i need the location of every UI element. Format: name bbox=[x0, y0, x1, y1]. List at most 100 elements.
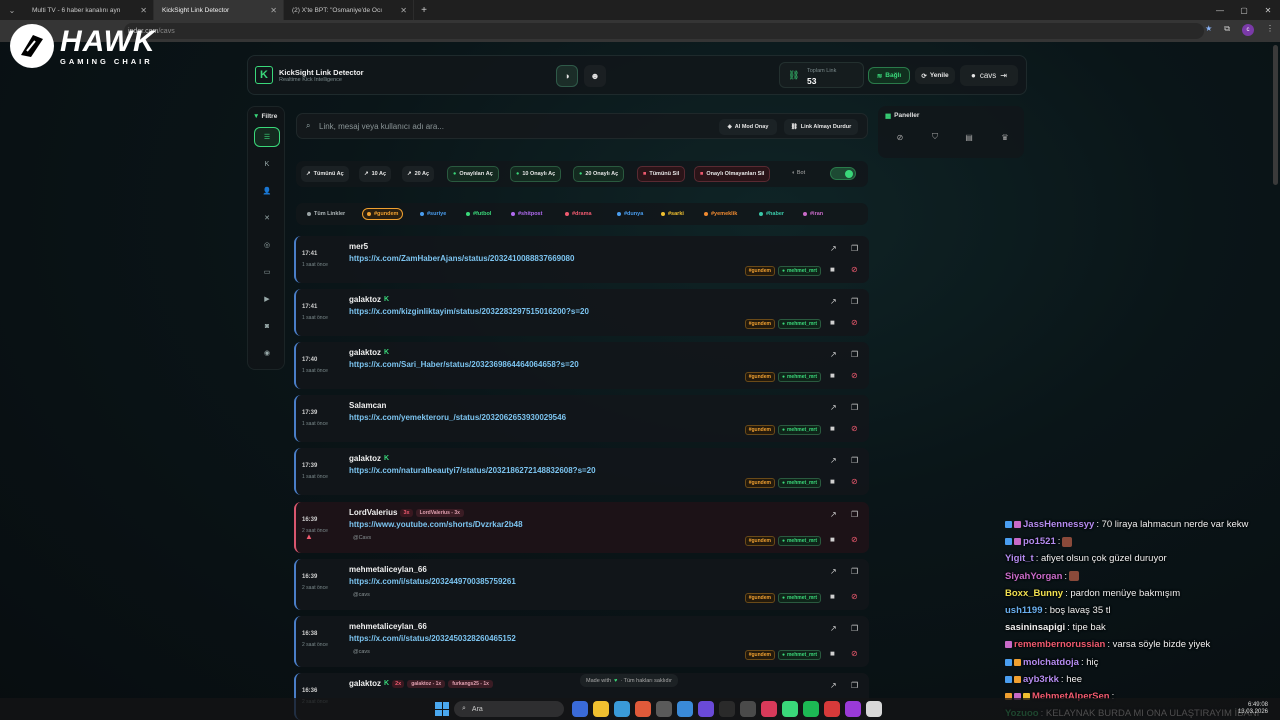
chat-username[interactable]: molchatdoja bbox=[1023, 657, 1079, 668]
copy-icon[interactable]: ❐ bbox=[851, 624, 858, 633]
link-card[interactable]: 17:39 1 saat önce galaktoz Khttps://x.com/n… bbox=[294, 448, 869, 495]
link-card[interactable]: 17:39 1 saat önce Salamcan https://x.com/ye… bbox=[294, 395, 869, 442]
open-link-icon[interactable]: ↗ bbox=[830, 350, 837, 359]
tab-list-button[interactable]: ⌄ bbox=[0, 0, 24, 20]
search-input[interactable] bbox=[319, 120, 699, 133]
app-icon[interactable] bbox=[824, 701, 840, 717]
app-icon[interactable] bbox=[845, 701, 861, 717]
ban-icon[interactable]: ⊘ bbox=[851, 265, 858, 274]
link-tag-chip[interactable]: #gundem bbox=[744, 650, 775, 660]
open-link-icon[interactable]: ↗ bbox=[830, 244, 837, 253]
folder-icon[interactable] bbox=[593, 701, 609, 717]
chat-username[interactable]: sasininsapigi bbox=[1005, 622, 1065, 633]
ban-icon[interactable]: ⊘ bbox=[851, 535, 858, 544]
bookmark-star-icon[interactable]: ★ bbox=[1205, 24, 1212, 36]
trophy-panel-button[interactable]: ♛ bbox=[994, 128, 1016, 146]
delete-unapproved-button[interactable]: ■ Onaylı Olmayanları Sil bbox=[694, 166, 771, 182]
open-10-approved-button[interactable]: ● 10 Onaylı Aç bbox=[510, 166, 562, 182]
tag-filter-chip[interactable]: #yemeklik bbox=[700, 208, 741, 220]
link-moderator-chip[interactable]: ● mehmet_mrt bbox=[777, 593, 821, 603]
copy-icon[interactable]: ❐ bbox=[851, 510, 858, 519]
link-url[interactable]: https://x.com/Sari_Haber/status/20323698… bbox=[349, 360, 579, 369]
chrome-icon[interactable] bbox=[635, 701, 651, 717]
link-url[interactable]: https://www.youtube.com/shorts/Dvzrkar2b… bbox=[349, 520, 523, 529]
copy-icon[interactable]: ❐ bbox=[851, 350, 858, 359]
tag-filter-chip[interactable]: #haber bbox=[755, 208, 788, 220]
filter-x-button[interactable]: ✕ bbox=[254, 208, 280, 228]
delete-all-button[interactable]: ■ Tümünü Sil bbox=[637, 166, 686, 182]
link-tag-chip[interactable]: #gundem bbox=[744, 478, 775, 488]
tag-filter-chip[interactable]: #suriye bbox=[416, 208, 450, 220]
archive-panel-button[interactable]: ▤ bbox=[958, 128, 980, 146]
link-url[interactable]: https://x.com/i/status/20324503282604651… bbox=[349, 634, 516, 643]
link-tag-chip[interactable]: #gundem bbox=[744, 593, 775, 603]
open-link-icon[interactable]: ↗ bbox=[830, 403, 837, 412]
link-tag-chip[interactable]: #gundem bbox=[744, 266, 775, 276]
link-tag-chip[interactable]: #gundem bbox=[744, 372, 775, 382]
link-moderator-chip[interactable]: ● mehmet_mrt bbox=[777, 478, 821, 488]
open-link-icon[interactable]: ↗ bbox=[830, 510, 837, 519]
trash-icon[interactable]: ■ bbox=[830, 371, 835, 380]
tag-filter-chip[interactable]: #drama bbox=[561, 208, 596, 220]
chat-username[interactable]: JassHennessyy bbox=[1023, 519, 1094, 530]
filter-all-button[interactable]: ☰ bbox=[254, 127, 280, 147]
tag-filter-chip[interactable]: Tüm Linkler bbox=[303, 208, 349, 220]
ban-panel-button[interactable]: ⊘ bbox=[889, 128, 911, 146]
maximize-icon[interactable]: ▢ bbox=[1232, 0, 1256, 20]
link-card[interactable]: 17:40 1 saat önce galaktoz Khttps://x.com/S… bbox=[294, 342, 869, 389]
chat-username[interactable]: remembernorussian bbox=[1014, 639, 1105, 650]
open-link-icon[interactable]: ↗ bbox=[830, 456, 837, 465]
minimize-icon[interactable]: — bbox=[1208, 0, 1232, 20]
open-link-icon[interactable]: ↗ bbox=[830, 567, 837, 576]
tag-filter-chip[interactable]: #iran bbox=[799, 208, 827, 220]
link-url[interactable]: https://x.com/i/status/20324497003857592… bbox=[349, 577, 516, 586]
browser-tab-active[interactable]: KickSight Link Detector ✕ bbox=[154, 0, 284, 20]
tag-filter-chip[interactable]: #sarki bbox=[657, 208, 688, 220]
link-card[interactable]: 17:41 1 saat önce mer5 https://x.com/ZamHab… bbox=[294, 236, 869, 283]
theme-icon[interactable]: ◑ bbox=[556, 65, 578, 87]
ban-icon[interactable]: ⊘ bbox=[851, 592, 858, 601]
app-icon[interactable] bbox=[719, 701, 735, 717]
trash-icon[interactable]: ■ bbox=[830, 649, 835, 658]
url-field[interactable]: inder.com/cavs bbox=[124, 23, 1204, 39]
link-card[interactable]: 16:38 2 saat önce mehmetaliceylan_66 https:… bbox=[294, 616, 869, 667]
browser-menu-icon[interactable]: ⋮ bbox=[1266, 24, 1274, 36]
app-icon[interactable] bbox=[866, 701, 882, 717]
filter-instagram-button[interactable]: ◎ bbox=[254, 235, 280, 255]
open-all-button[interactable]: ↗ Tümünü Aç bbox=[301, 166, 349, 182]
extensions-icon[interactable]: ⧉ bbox=[1224, 24, 1230, 36]
link-url[interactable]: https://x.com/naturalbeautyi7/status/203… bbox=[349, 466, 596, 475]
ai-mode-button[interactable]: ◈ AI Mod Onay bbox=[719, 119, 777, 135]
chat-username[interactable]: ayb3rkk bbox=[1023, 674, 1059, 685]
open-20-approved-button[interactable]: ● 20 Onaylı Aç bbox=[573, 166, 625, 182]
link-moderator-chip[interactable]: ● mehmet_mrt bbox=[777, 536, 821, 546]
logout-icon[interactable]: ⇥ bbox=[1000, 71, 1007, 80]
copy-icon[interactable]: ❐ bbox=[851, 244, 858, 253]
new-tab-button[interactable]: + bbox=[414, 5, 434, 16]
link-card[interactable]: 16:39 2 saat önce mehmetaliceylan_66 https:… bbox=[294, 559, 869, 610]
link-url[interactable]: https://x.com/ZamHaberAjans/status/20324… bbox=[349, 254, 574, 263]
copy-icon[interactable]: ❐ bbox=[851, 456, 858, 465]
shield-panel-button[interactable]: ⛉ bbox=[924, 128, 946, 146]
stop-links-button[interactable]: ⛓ Link Almayı Durdur bbox=[784, 119, 858, 135]
app-icon[interactable] bbox=[656, 701, 672, 717]
copy-icon[interactable]: ❐ bbox=[851, 681, 858, 690]
link-tag-chip[interactable]: #gundem bbox=[744, 319, 775, 329]
filter-video-button[interactable]: ▶ bbox=[254, 289, 280, 309]
discord-icon[interactable] bbox=[698, 701, 714, 717]
tag-filter-chip[interactable]: #futbol bbox=[462, 208, 495, 220]
browser-tab[interactable]: Multi TV - 6 haber kanalını ayn ✕ bbox=[24, 0, 154, 20]
link-moderator-chip[interactable]: ● mehmet_mrt bbox=[777, 266, 821, 276]
chat-username[interactable]: po1521 bbox=[1023, 536, 1056, 547]
windows-start-icon[interactable] bbox=[435, 702, 449, 716]
link-card[interactable]: 16:39 2 saat önce LordValerius 3x LordValeri… bbox=[294, 502, 869, 553]
filter-web-button[interactable]: ◉ bbox=[254, 343, 280, 363]
app-icon[interactable] bbox=[740, 701, 756, 717]
close-tab-icon[interactable]: ✕ bbox=[400, 6, 407, 15]
notification-icon[interactable]: ☻ bbox=[584, 65, 606, 87]
bot-toggle[interactable] bbox=[830, 167, 856, 180]
browser-tab[interactable]: (2) X'te BPT: "Osmaniye'de Ocı ✕ bbox=[284, 0, 414, 20]
edge-icon[interactable] bbox=[614, 701, 630, 717]
app-icon[interactable] bbox=[761, 701, 777, 717]
ban-icon[interactable]: ⊘ bbox=[851, 649, 858, 658]
